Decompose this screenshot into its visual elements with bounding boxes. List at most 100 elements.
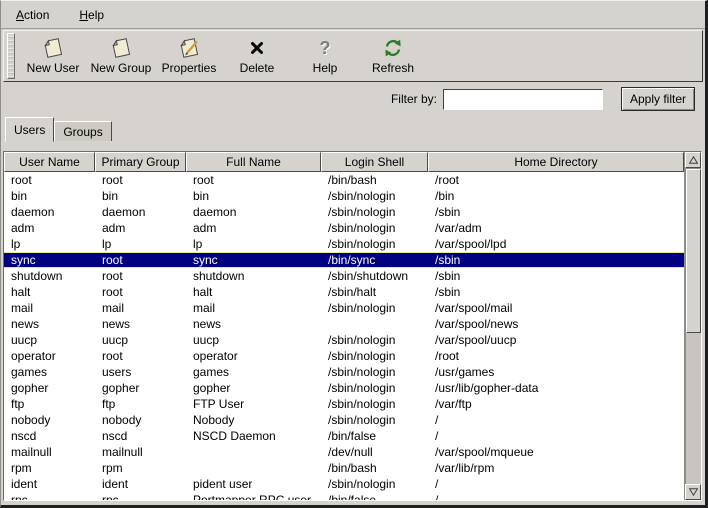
cell-home-directory: /var/spool/mail xyxy=(428,300,684,316)
table-row[interactable]: sync root sync /bin/sync /sbin xyxy=(4,252,684,268)
table-row[interactable]: mail mail mail /sbin/nologin /var/spool/… xyxy=(4,300,684,316)
cell-login-shell: /sbin/shutdown xyxy=(321,268,428,284)
table-row[interactable]: nscd nscd NSCD Daemon /bin/false / xyxy=(4,428,684,444)
delete-button[interactable]: Delete xyxy=(223,32,291,80)
table-row[interactable]: rpc rpc Portmapper RPC user /bin/false / xyxy=(4,492,684,500)
column-header-login-shell[interactable]: Login Shell xyxy=(321,152,428,172)
cell-user-name: news xyxy=(4,316,95,332)
cell-login-shell: /sbin/nologin xyxy=(321,188,428,204)
filter-by-label: Filter by: xyxy=(391,92,437,106)
apply-filter-button[interactable]: Apply filter xyxy=(621,87,695,111)
table-row[interactable]: nobody nobody Nobody /sbin/nologin / xyxy=(4,412,684,428)
cell-user-name: mailnull xyxy=(4,444,95,460)
table-row[interactable]: bin bin bin /sbin/nologin /bin xyxy=(4,188,684,204)
table-row[interactable]: games users games /sbin/nologin /usr/gam… xyxy=(4,364,684,380)
toolbar-drag-handle[interactable] xyxy=(7,33,15,79)
cell-user-name: mail xyxy=(4,300,95,316)
cell-home-directory: /var/spool/mqueue xyxy=(428,444,684,460)
cell-primary-group: root xyxy=(95,172,186,188)
new-user-button[interactable]: New User xyxy=(19,32,87,80)
cell-primary-group: news xyxy=(95,316,186,332)
cell-full-name: news xyxy=(186,316,321,332)
cell-primary-group: bin xyxy=(95,188,186,204)
user-manager-window: Action Help New User New Group Propertie… xyxy=(0,0,708,508)
cell-full-name: daemon xyxy=(186,204,321,220)
new-group-button[interactable]: New Group xyxy=(87,32,155,80)
table-row[interactable]: lp lp lp /sbin/nologin /var/spool/lpd xyxy=(4,236,684,252)
cell-full-name: mail xyxy=(186,300,321,316)
properties-button[interactable]: Properties xyxy=(155,32,223,80)
cell-primary-group: uucp xyxy=(95,332,186,348)
cell-primary-group: ident xyxy=(95,476,186,492)
cell-login-shell: /sbin/nologin xyxy=(321,380,428,396)
cell-full-name: shutdown xyxy=(186,268,321,284)
column-header-user-name[interactable]: User Name xyxy=(4,152,95,172)
cell-login-shell: /bin/false xyxy=(321,492,428,500)
table-row[interactable]: operator root operator /sbin/nologin /ro… xyxy=(4,348,684,364)
tab-groups[interactable]: Groups xyxy=(54,121,111,141)
cell-login-shell: /sbin/nologin xyxy=(321,236,428,252)
cell-user-name: rpm xyxy=(4,460,95,476)
cell-login-shell: /bin/bash xyxy=(321,172,428,188)
table-row[interactable]: mailnull mailnull /dev/null /var/spool/m… xyxy=(4,444,684,460)
cell-full-name: pident user xyxy=(186,476,321,492)
table-row[interactable]: adm adm adm /sbin/nologin /var/adm xyxy=(4,220,684,236)
cell-home-directory: /root xyxy=(428,348,684,364)
cell-full-name xyxy=(186,460,321,476)
refresh-button[interactable]: Refresh xyxy=(359,32,427,80)
menubar: Action Help xyxy=(1,1,705,29)
cell-full-name: sync xyxy=(186,252,321,268)
cell-home-directory: /root xyxy=(428,172,684,188)
column-header-home-directory[interactable]: Home Directory xyxy=(428,152,684,172)
menu-help[interactable]: Help xyxy=(72,5,111,25)
table-row[interactable]: root root root /bin/bash /root xyxy=(4,172,684,188)
cell-home-directory: / xyxy=(428,492,684,500)
tab-users[interactable]: Users xyxy=(5,117,54,142)
cell-primary-group: daemon xyxy=(95,204,186,220)
cell-login-shell: /sbin/nologin xyxy=(321,348,428,364)
cell-primary-group: root xyxy=(95,252,186,268)
user-table-body: root root root /bin/bash /root bin bin b… xyxy=(4,172,684,500)
cell-home-directory: /var/adm xyxy=(428,220,684,236)
help-button[interactable]: ? Help xyxy=(291,32,359,80)
filter-row: Filter by: Apply filter xyxy=(1,82,705,116)
column-header-primary-group[interactable]: Primary Group xyxy=(95,152,186,172)
cell-home-directory: /sbin xyxy=(428,284,684,300)
table-row[interactable]: halt root halt /sbin/halt /sbin xyxy=(4,284,684,300)
scrollbar-trough[interactable] xyxy=(685,168,701,484)
cell-user-name: daemon xyxy=(4,204,95,220)
table-row[interactable]: ftp ftp FTP User /sbin/nologin /var/ftp xyxy=(4,396,684,412)
table-row[interactable]: news news news /var/spool/news xyxy=(4,316,684,332)
cell-full-name: gopher xyxy=(186,380,321,396)
table-row[interactable]: gopher gopher gopher /sbin/nologin /usr/… xyxy=(4,380,684,396)
cell-primary-group: root xyxy=(95,284,186,300)
cell-primary-group: nobody xyxy=(95,412,186,428)
filter-input[interactable] xyxy=(443,89,603,110)
table-row[interactable]: ident ident pident user /sbin/nologin / xyxy=(4,476,684,492)
cell-user-name: root xyxy=(4,172,95,188)
cell-user-name: ftp xyxy=(4,396,95,412)
refresh-label: Refresh xyxy=(372,61,414,75)
delete-label: Delete xyxy=(240,61,275,75)
cell-user-name: gopher xyxy=(4,380,95,396)
table-row[interactable]: daemon daemon daemon /sbin/nologin /sbin xyxy=(4,204,684,220)
cell-primary-group: root xyxy=(95,348,186,364)
cell-full-name: operator xyxy=(186,348,321,364)
cell-login-shell: /bin/false xyxy=(321,428,428,444)
cell-home-directory: /var/spool/lpd xyxy=(428,236,684,252)
menu-help-rest: elp xyxy=(88,8,104,22)
refresh-arrows-icon xyxy=(383,35,403,61)
scrollbar-thumb[interactable] xyxy=(686,169,701,333)
scroll-up-arrow-icon[interactable] xyxy=(685,152,701,168)
table-row[interactable]: uucp uucp uucp /sbin/nologin /var/spool/… xyxy=(4,332,684,348)
cell-home-directory: / xyxy=(428,412,684,428)
table-row[interactable]: rpm rpm /bin/bash /var/lib/rpm xyxy=(4,460,684,476)
vertical-scrollbar[interactable] xyxy=(684,152,701,500)
help-label: Help xyxy=(313,61,338,75)
table-row[interactable]: shutdown root shutdown /sbin/shutdown /s… xyxy=(4,268,684,284)
column-header-full-name[interactable]: Full Name xyxy=(186,152,321,172)
cell-home-directory: /var/spool/uucp xyxy=(428,332,684,348)
menu-action[interactable]: Action xyxy=(9,5,56,25)
cell-primary-group: users xyxy=(95,364,186,380)
scroll-down-arrow-icon[interactable] xyxy=(685,484,701,500)
